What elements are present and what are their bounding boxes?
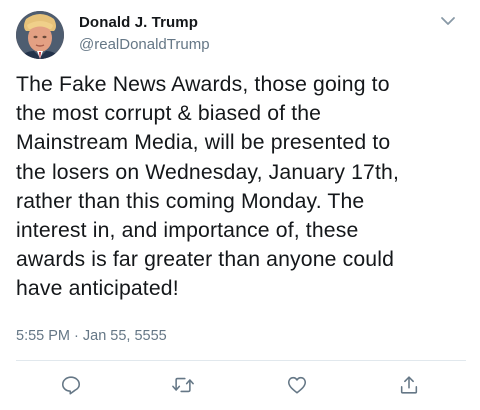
tweet-card: Donald J. Trump @realDonaldTrump The Fak… (0, 0, 480, 410)
tweet-timestamp[interactable]: 5:55 PM · Jan 55, 5555 (16, 328, 167, 344)
reply-button[interactable] (58, 372, 84, 398)
user-handle[interactable]: @realDonaldTrump (79, 36, 210, 53)
display-name[interactable]: Donald J. Trump (79, 14, 198, 31)
chevron-down-icon[interactable] (439, 14, 457, 28)
avatar[interactable] (16, 11, 64, 59)
profile-photo-icon (16, 11, 64, 59)
retweet-button[interactable] (170, 372, 196, 398)
tweet-text: The Fake News Awards, those going to the… (16, 73, 399, 301)
share-button[interactable] (396, 372, 422, 398)
like-button[interactable] (284, 372, 310, 398)
share-icon (400, 376, 418, 394)
heart-icon (287, 376, 307, 394)
divider (16, 360, 466, 361)
retweet-icon (172, 377, 194, 393)
reply-icon (61, 376, 81, 395)
